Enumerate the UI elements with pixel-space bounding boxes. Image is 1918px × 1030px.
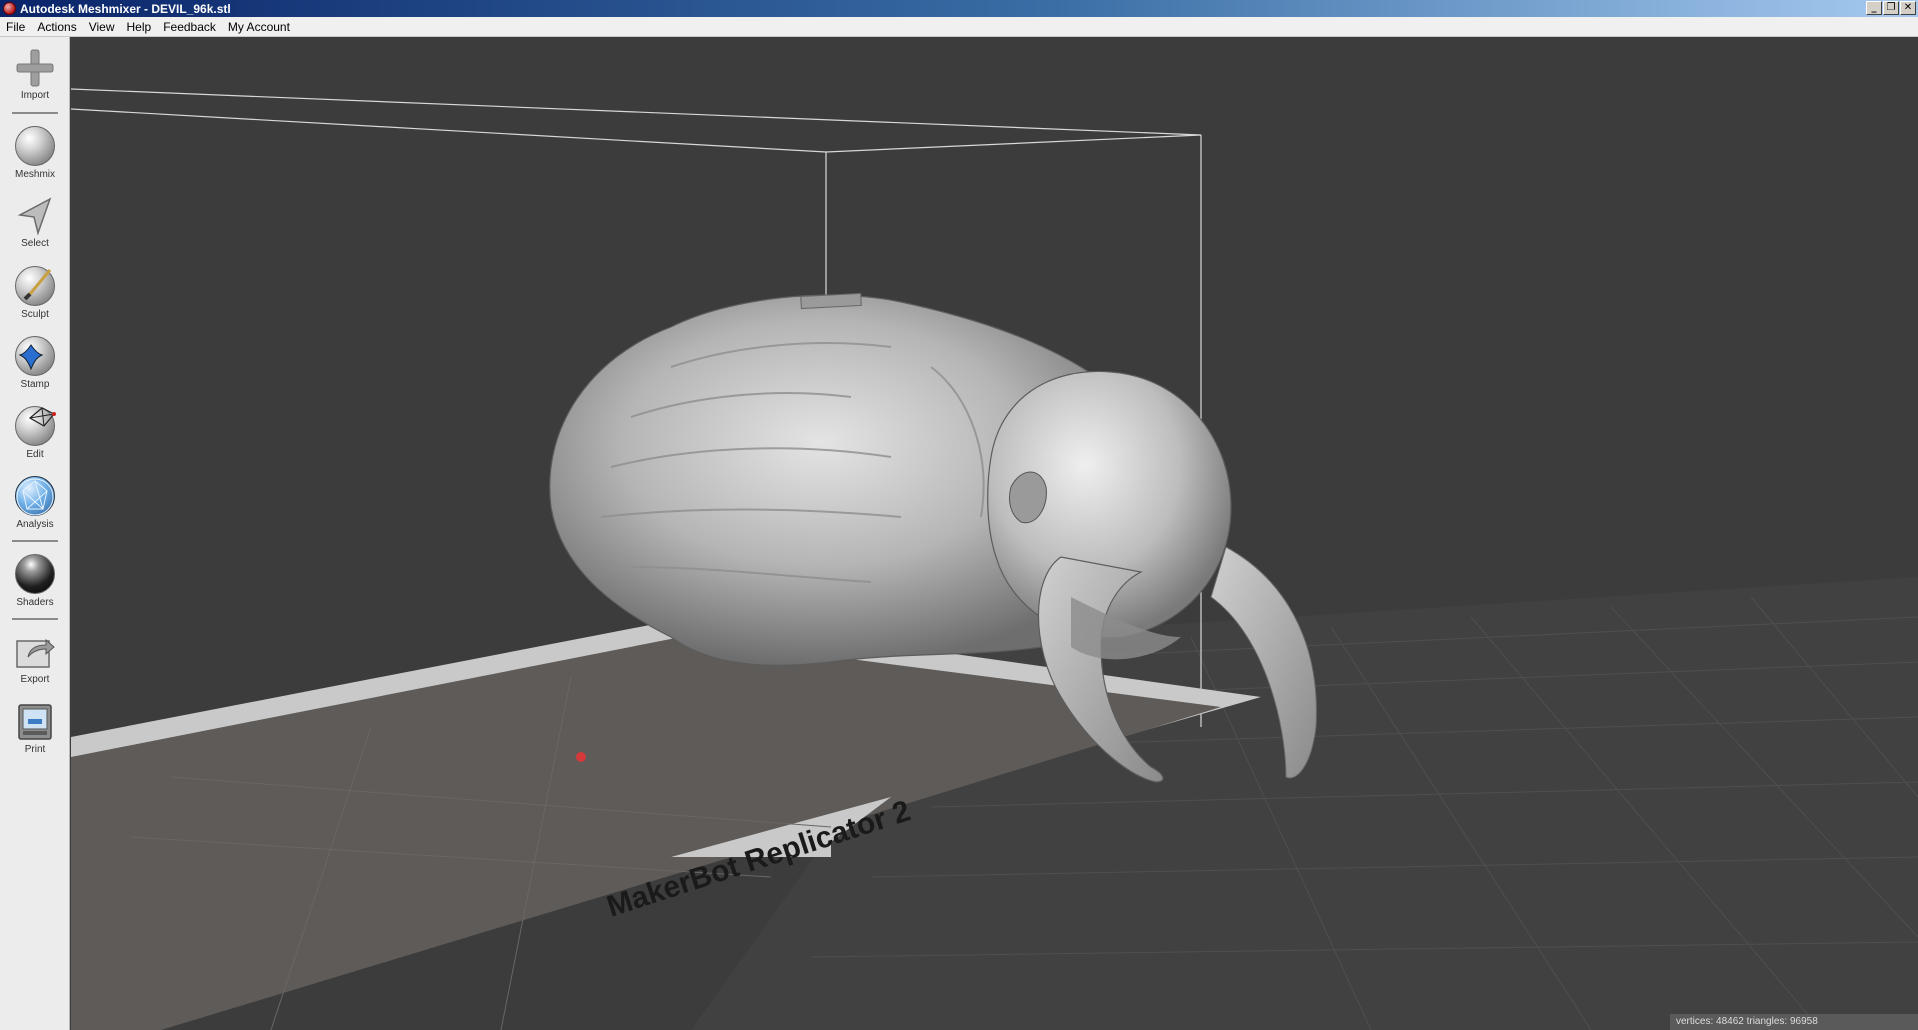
stamp-sphere-icon [14,336,56,378]
toolbar-separator [12,112,58,114]
meshmix-label: Meshmix [14,169,55,180]
stamp-label: Stamp [20,379,50,390]
menu-help[interactable]: Help [121,17,158,37]
menu-bar: File Actions View Help Feedback My Accou… [0,17,1918,37]
3d-viewport[interactable]: MakerBot Replicator 2 vertices: 48462 tr… [71,37,1918,1030]
printer-icon [14,701,56,743]
toolbar-separator [12,540,58,542]
select-button[interactable]: Select [0,195,70,249]
analysis-sphere-icon [14,476,56,518]
menu-feedback[interactable]: Feedback [157,17,222,37]
stamp-button[interactable]: Stamp [0,335,70,390]
export-icon [14,631,56,673]
sculpt-button[interactable]: Sculpt [0,265,70,320]
window-title: Autodesk Meshmixer - DEVIL_96k.stl [20,1,231,16]
meshmixer-window: Autodesk Meshmixer - DEVIL_96k.stl _ ❐ ✕… [0,0,1918,1030]
toolbar-separator [12,618,58,620]
shaders-button[interactable]: Shaders [0,553,70,608]
shader-sphere-icon [14,554,56,596]
bunny-sphere-icon [14,126,56,168]
import-button[interactable]: Import [0,47,70,101]
shaders-label: Shaders [16,597,54,608]
menu-actions[interactable]: Actions [31,17,82,37]
minimize-button[interactable]: _ [1866,1,1882,15]
import-label: Import [20,90,50,101]
wireframe-sphere-icon [14,406,56,448]
analysis-button[interactable]: Analysis [0,475,70,530]
plus-icon [14,47,56,89]
origin-marker [576,752,586,762]
cursor-arrow-icon [14,195,56,237]
close-button[interactable]: ✕ [1900,1,1916,15]
tool-bar: Import Meshmix Select Sculpt Stamp Edit … [0,37,70,1030]
meshmixer-app-icon [3,2,16,15]
restore-button[interactable]: ❐ [1883,1,1899,15]
export-button[interactable]: Export [0,631,70,685]
menu-file[interactable]: File [0,17,31,37]
menu-my-account[interactable]: My Account [222,17,296,37]
edit-button[interactable]: Edit [0,405,70,460]
scene-canvas[interactable]: MakerBot Replicator 2 [71,37,1918,1030]
window-controls: _ ❐ ✕ [1866,1,1916,15]
menu-view[interactable]: View [83,17,121,37]
sculpt-label: Sculpt [21,309,49,320]
edit-label: Edit [26,449,44,460]
select-label: Select [21,238,49,249]
mesh-stats-status: vertices: 48462 triangles: 96958 [1670,1014,1918,1030]
meshmix-button[interactable]: Meshmix [0,125,70,180]
print-button[interactable]: Print [0,701,70,755]
brush-sphere-icon [14,266,56,308]
export-label: Export [20,674,50,685]
print-label: Print [24,744,46,755]
analysis-label: Analysis [16,519,54,530]
title-bar[interactable]: Autodesk Meshmixer - DEVIL_96k.stl _ ❐ ✕ [0,0,1918,17]
